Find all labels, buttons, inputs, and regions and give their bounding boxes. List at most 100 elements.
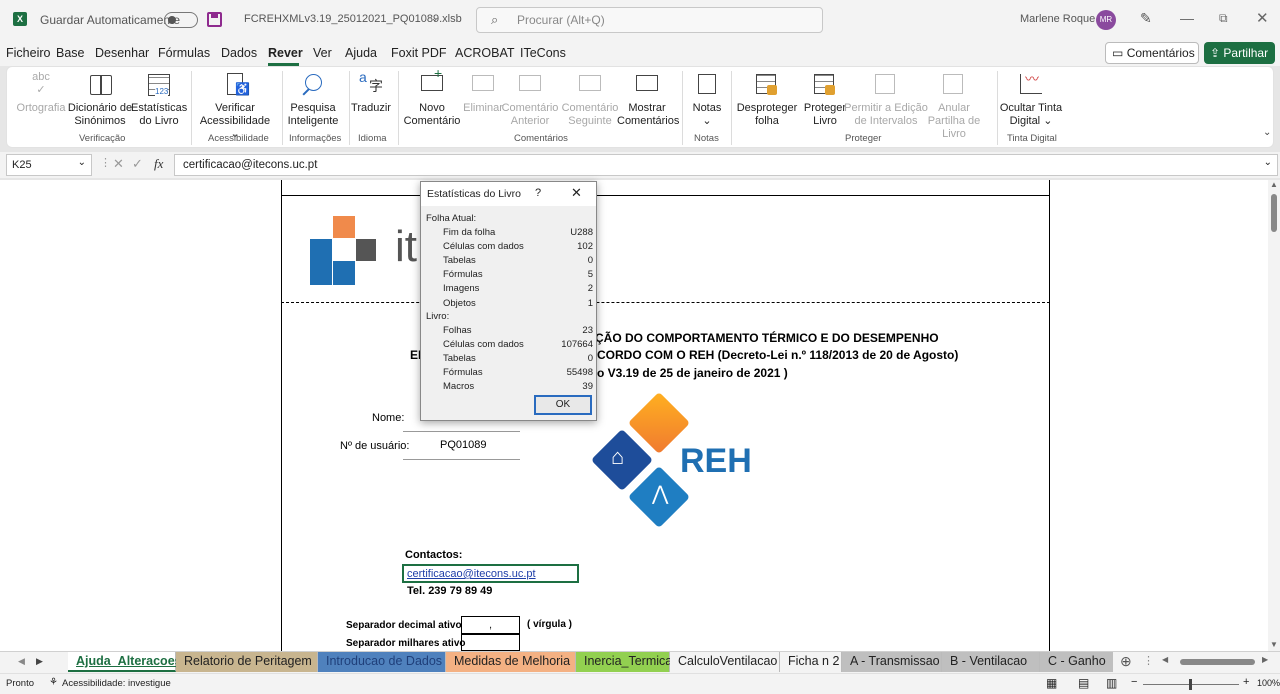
verificar-label: Verificar Acessibilidade <box>199 102 271 127</box>
zoom-level[interactable]: 100% <box>1257 678 1280 688</box>
horizontal-scrollbar[interactable]: ◀ ▶ <box>1162 655 1272 667</box>
dialog-title: Estatísticas do Livro <box>427 188 521 200</box>
estatisticas-button[interactable]: 123 Estatísticas do Livro <box>131 71 187 128</box>
zoom-slider-thumb[interactable] <box>1189 679 1192 690</box>
search-box[interactable]: ⌕ Procurar (Alt+Q) <box>476 7 823 33</box>
file-name[interactable]: FCREHXMLv3.19_25012021_PQ01089.xlsb <box>244 13 462 25</box>
close-icon[interactable]: ✕ <box>1256 9 1269 27</box>
mostrar-comentarios-button[interactable]: Mostrar Comentários <box>617 71 679 128</box>
enter-icon[interactable]: ✓ <box>132 156 143 172</box>
add-sheet-icon[interactable]: ⊕ <box>1120 653 1132 670</box>
desproteger-folha-button[interactable]: Desproteger folha <box>735 71 799 128</box>
decimal-separator-cell[interactable]: , <box>461 616 520 634</box>
worksheet[interactable]: it ÇÃO DO COMPORTAMENTO TÉRMICO E DO DES… <box>0 180 1280 651</box>
novo-comentario-button[interactable]: + Novo Comentário <box>399 66 465 128</box>
comentario-seguinte-button[interactable]: Comentário Seguinte <box>559 71 621 128</box>
previous-comment-icon <box>516 71 544 99</box>
scroll-left-icon[interactable]: ◀ <box>1162 655 1168 664</box>
comments-button[interactable]: ▭ Comentários <box>1105 42 1199 64</box>
normal-view-icon[interactable]: ▦ <box>1046 676 1057 690</box>
insert-function-icon[interactable]: fx <box>154 156 163 172</box>
pen-icon[interactable]: ✎ <box>1140 10 1152 27</box>
stat-value: 0 <box>587 353 593 365</box>
chevron-down-icon: ⌄ <box>702 115 712 127</box>
smart-lookup-icon <box>299 71 327 99</box>
save-icon[interactable] <box>207 12 222 27</box>
tab-base[interactable]: Base <box>56 46 85 60</box>
h-scroll-thumb[interactable] <box>1180 659 1255 665</box>
sheet-tab[interactable]: Ajuda_Alteracoes <box>68 652 182 672</box>
user-name[interactable]: Marlene Roque <box>1020 13 1095 25</box>
sheet-tab[interactable]: Relatorio de Peritagem <box>176 652 318 672</box>
stat-label: Tabelas <box>443 255 476 267</box>
tab-dados[interactable]: Dados <box>221 46 257 60</box>
scroll-left-icon[interactable]: ◀ <box>18 656 25 667</box>
dicionario-button[interactable]: Dicionário de Sinónimos <box>67 71 133 128</box>
estatisticas-label: Estatísticas do Livro <box>131 102 188 127</box>
help-icon[interactable]: ? <box>535 187 541 199</box>
pesquisa-button[interactable]: Pesquisa Inteligente <box>285 71 341 128</box>
chevron-down-icon: ⌄ <box>1263 157 1272 168</box>
scroll-thumb[interactable] <box>1271 194 1277 232</box>
eliminar-button[interactable]: Eliminar <box>463 71 503 115</box>
zoom-slider[interactable] <box>1143 679 1239 690</box>
restore-icon[interactable]: ⧉ <box>1219 11 1228 26</box>
sheet-tab[interactable]: Introducao de Dados <box>318 652 446 672</box>
sheet-tab[interactable]: Medidas de Melhoria <box>446 652 576 672</box>
autosave-toggle[interactable] <box>164 12 198 28</box>
vertical-scrollbar[interactable]: ▲ ▼ <box>1268 180 1280 651</box>
user-number-value[interactable]: PQ01089 <box>440 439 486 451</box>
comentario-anterior-button[interactable]: Comentário Anterior <box>501 71 559 128</box>
share-button[interactable]: ⇪ Partilhar <box>1204 42 1275 64</box>
selected-cell-k25[interactable]: certificacao@itecons.uc.pt <box>402 564 579 583</box>
sheet-tab[interactable]: CalculoVentilacao <box>670 652 780 672</box>
avatar[interactable]: MR <box>1096 10 1116 30</box>
sheet-tab[interactable]: Inercia_Termica <box>576 652 672 672</box>
email-link[interactable]: certificacao@itecons.uc.pt <box>407 568 536 580</box>
scroll-up-icon[interactable]: ▲ <box>1270 180 1278 189</box>
minimize-icon[interactable]: — <box>1180 10 1194 26</box>
accessibility-status[interactable]: Acessibilidade: investigue <box>62 678 171 689</box>
page-break-preview-icon[interactable]: ▥ <box>1106 676 1117 690</box>
tab-acrobat[interactable]: ACROBAT <box>455 46 515 60</box>
tab-rever[interactable]: Rever <box>268 46 303 60</box>
tab-foxit[interactable]: Foxit PDF <box>391 46 447 60</box>
name-box[interactable]: K25 ⌄ <box>6 154 92 176</box>
ok-button[interactable]: OK <box>534 395 592 415</box>
tab-ficheiro[interactable]: Ficheiro <box>6 46 50 60</box>
sheet-tab[interactable]: Ficha n 2 <box>780 652 842 672</box>
zoom-out-icon[interactable]: − <box>1131 676 1137 688</box>
more-options-icon[interactable]: ⋮ <box>1143 654 1154 667</box>
tab-desenhar[interactable]: Desenhar <box>95 46 149 60</box>
formula-input[interactable]: certificacao@itecons.uc.pt ⌄ <box>174 154 1278 176</box>
ortografia-button[interactable]: abc ✓ Ortografia <box>15 71 67 115</box>
tab-formulas[interactable]: Fórmulas <box>158 46 210 60</box>
tab-itecons[interactable]: ITeCons <box>520 46 566 60</box>
anular-partilha-button[interactable]: Anular Partilha de Livro <box>921 71 987 141</box>
scroll-right-icon[interactable]: ▶ <box>1262 655 1268 664</box>
ribbon-collapse-chevron-icon[interactable]: ⌄ <box>1263 127 1271 138</box>
sheet-tab[interactable]: C - Ganho <box>1040 652 1113 672</box>
tab-ver[interactable]: Ver <box>313 46 332 60</box>
scroll-down-icon[interactable]: ▼ <box>1270 640 1278 649</box>
traduzir-button[interactable]: a字 Traduzir <box>350 70 392 115</box>
ocultar-tinta-button[interactable]: 〰 Ocultar Tinta Digital ⌄ <box>999 71 1063 128</box>
close-icon[interactable]: ✕ <box>571 185 582 201</box>
notas-button[interactable]: Notas ⌄ <box>687 71 727 128</box>
page-layout-icon[interactable]: ▤ <box>1078 676 1089 690</box>
notas-label: Notas <box>692 102 722 114</box>
sheet-tab[interactable]: B - Ventilacao <box>942 652 1040 672</box>
stat-row: Fórmulas 55498 <box>443 367 593 378</box>
thousands-separator-cell[interactable] <box>461 634 520 651</box>
scroll-right-icon[interactable]: ▶ <box>36 656 43 667</box>
verificar-acessibilidade-button[interactable]: ♿ Verificar Acessibilidade ⌄ <box>195 71 275 141</box>
ribbon-separator <box>191 71 192 145</box>
desproteger-label: Desproteger folha <box>736 102 798 127</box>
permitir-edicao-button[interactable]: Permitir a Edição de Intervalos <box>843 71 929 128</box>
cancel-icon[interactable]: ✕ <box>113 156 124 172</box>
zoom-in-icon[interactable]: + <box>1243 676 1249 688</box>
ocultar-label: Ocultar Tinta Digital <box>999 102 1063 127</box>
file-menu-chevron-icon[interactable]: ⌄ <box>431 13 439 24</box>
tab-ajuda[interactable]: Ajuda <box>345 46 377 60</box>
sheet-tab[interactable]: A - Transmissao <box>842 652 942 672</box>
